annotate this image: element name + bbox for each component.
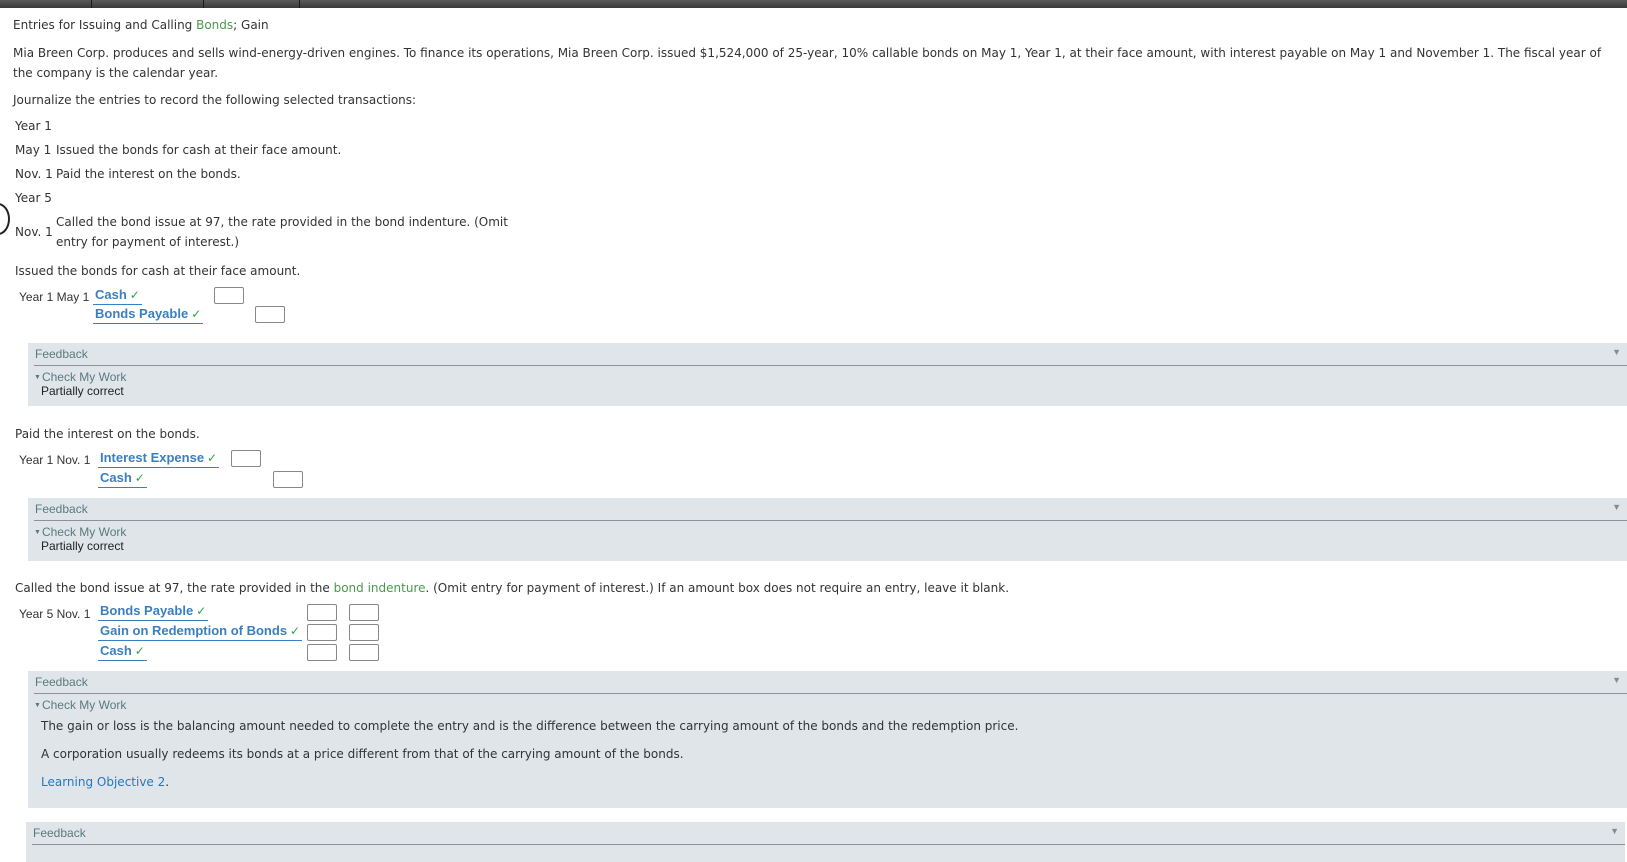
- section1-account-cash[interactable]: Cash ✓: [93, 287, 142, 305]
- section1-date: Year 1 May 1: [19, 290, 90, 304]
- account-name: Interest Expense: [100, 450, 205, 465]
- may1-text: Issued the bonds for cash at their face …: [56, 143, 342, 157]
- ebook-button[interactable]: [0, 0, 92, 8]
- learning-objective-line: Learning Objective 2.: [41, 775, 169, 789]
- top-toolbar: [0, 0, 1627, 8]
- feedback-divider: [34, 365, 1627, 366]
- section2-debit-interest-expense[interactable]: [231, 450, 261, 467]
- link-suffix: .: [165, 775, 170, 789]
- check-icon: ✓: [207, 451, 218, 465]
- show-me-how-button[interactable]: [92, 0, 204, 8]
- prompt-text: Called the bond issue at 97, the rate pr…: [15, 581, 334, 595]
- year5-label: Year 5: [15, 191, 52, 205]
- dropdown-arrow-icon[interactable]: ▼: [1610, 826, 1619, 836]
- section2-account-interest-expense[interactable]: Interest Expense ✓: [98, 450, 220, 468]
- bond-indenture-link[interactable]: bond indenture: [334, 581, 426, 595]
- section2-account-cash[interactable]: Cash ✓: [98, 470, 147, 488]
- nov1-text: Paid the interest on the bonds.: [56, 167, 241, 181]
- year5-nov1-text-line1: Called the bond issue at 97, the rate pr…: [56, 215, 508, 229]
- feedback-text-gain-loss: The gain or loss is the balancing amount…: [41, 719, 1019, 733]
- section3-debit-cash[interactable]: [307, 644, 337, 661]
- expand-icon: ▼: [34, 529, 41, 537]
- calculator-button[interactable]: [204, 0, 300, 8]
- feedback-status: Partially correct: [41, 539, 124, 553]
- instruction: Journalize the entries to record the fol…: [13, 93, 417, 107]
- problem-title: Entries for Issuing and Calling Bonds; G…: [13, 15, 269, 35]
- check-icon: ✓: [191, 307, 202, 321]
- bonds-link[interactable]: Bonds: [196, 18, 233, 32]
- check-my-work-toggle[interactable]: ▼Check My Work: [34, 525, 126, 539]
- final-feedback-panel: Feedback ▼: [26, 822, 1625, 862]
- section2-credit-cash[interactable]: [273, 471, 303, 488]
- section3-credit-gain-on-redemption[interactable]: [349, 624, 379, 641]
- problem-description-line2: the company is the calendar year.: [13, 66, 219, 80]
- section3-feedback-panel: Feedback ▼ ▼Check My Work The gain or lo…: [28, 671, 1627, 808]
- feedback-divider: [32, 844, 1625, 845]
- problem-description-line1: Mia Breen Corp. produces and sells wind-…: [13, 46, 1602, 60]
- dropdown-arrow-icon[interactable]: ▼: [1612, 502, 1621, 512]
- check-icon: ✓: [196, 604, 207, 618]
- account-name: Gain on Redemption of Bonds: [100, 623, 288, 638]
- feedback-text-redeem: A corporation usually redeems its bonds …: [41, 747, 684, 761]
- section1-account-bonds-payable[interactable]: Bonds Payable ✓: [93, 306, 204, 324]
- section3-credit-cash[interactable]: [349, 644, 379, 661]
- year5-nov1-date: Nov. 1: [15, 225, 53, 239]
- section3-debit-bonds-payable[interactable]: [307, 604, 337, 621]
- feedback-header[interactable]: Feedback: [35, 502, 88, 516]
- check-icon: ✓: [129, 288, 140, 302]
- title-suffix: ; Gain: [233, 18, 269, 32]
- account-name: Bonds Payable: [95, 306, 189, 321]
- check-my-work-toggle[interactable]: ▼Check My Work: [34, 370, 126, 384]
- account-name: Bonds Payable: [100, 603, 194, 618]
- section2-feedback-panel: Feedback ▼ ▼Check My Work Partially corr…: [28, 498, 1627, 561]
- learning-objective-link[interactable]: Learning Objective 2: [41, 775, 165, 789]
- check-my-work-label: Check My Work: [41, 698, 127, 712]
- section3-account-bonds-payable[interactable]: Bonds Payable ✓: [98, 603, 209, 621]
- may1-date: May 1: [15, 143, 52, 157]
- feedback-header[interactable]: Feedback: [35, 675, 88, 689]
- section1-debit-cash[interactable]: [214, 287, 244, 304]
- year5-nov1-text-line2: entry for payment of interest.): [56, 235, 240, 249]
- check-icon: ✓: [290, 624, 301, 638]
- expand-icon: ▼: [34, 374, 41, 382]
- section3-prompt: Called the bond issue at 97, the rate pr…: [15, 578, 1009, 598]
- feedback-divider: [34, 693, 1627, 694]
- check-my-work-label: Check My Work: [41, 525, 127, 539]
- dropdown-arrow-icon[interactable]: ▼: [1612, 675, 1621, 685]
- section1-prompt: Issued the bonds for cash at their face …: [15, 264, 301, 278]
- check-my-work-label: Check My Work: [41, 370, 127, 384]
- section2-date: Year 1 Nov. 1: [19, 453, 91, 467]
- check-icon: ✓: [134, 471, 145, 485]
- check-icon: ✓: [134, 644, 145, 658]
- account-name: Cash: [100, 470, 132, 485]
- dropdown-arrow-icon[interactable]: ▼: [1612, 347, 1621, 357]
- account-name: Cash: [95, 287, 127, 302]
- section3-account-cash[interactable]: Cash ✓: [98, 643, 147, 661]
- feedback-divider: [34, 520, 1627, 521]
- feedback-header[interactable]: Feedback: [33, 826, 86, 840]
- check-my-work-toggle[interactable]: ▼Check My Work: [34, 698, 126, 712]
- account-name: Cash: [100, 643, 132, 658]
- section1-feedback-panel: Feedback ▼ ▼Check My Work Partially corr…: [28, 343, 1627, 406]
- nov1-date: Nov. 1: [15, 167, 53, 181]
- section3-date: Year 5 Nov. 1: [19, 607, 91, 621]
- year1-label: Year 1: [15, 119, 52, 133]
- section3-debit-gain-on-redemption[interactable]: [307, 624, 337, 641]
- section2-prompt: Paid the interest on the bonds.: [15, 427, 200, 441]
- prompt-suffix: . (Omit entry for payment of interest.) …: [425, 581, 1010, 595]
- feedback-status: Partially correct: [41, 384, 124, 398]
- cursor-circle-icon: [0, 203, 10, 235]
- section3-account-gain-on-redemption[interactable]: Gain on Redemption of Bonds ✓: [98, 623, 303, 641]
- section3-credit-bonds-payable[interactable]: [349, 604, 379, 621]
- section1-credit-bonds-payable[interactable]: [255, 306, 285, 323]
- expand-icon: ▼: [34, 702, 41, 710]
- title-text: Entries for Issuing and Calling: [13, 18, 197, 32]
- feedback-header[interactable]: Feedback: [35, 347, 88, 361]
